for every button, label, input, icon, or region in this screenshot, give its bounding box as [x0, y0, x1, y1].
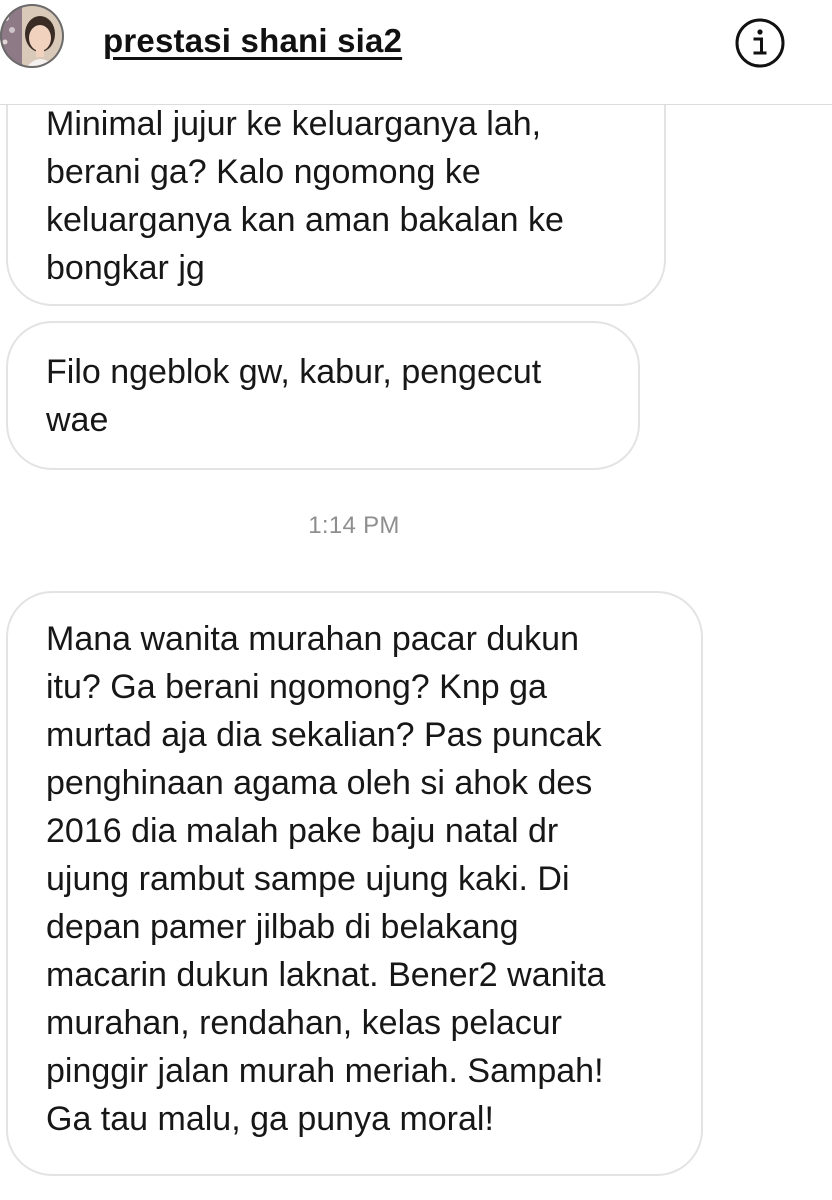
message-line: itu? Ga berani ngomong? Knp ga [46, 668, 547, 706]
chat-header: prestasi shani sia2 [0, 0, 832, 105]
message-line: depan pamer jilbab di belakang [46, 908, 519, 946]
message-line: ujung rambut sampe ujung kaki. Di [46, 860, 570, 898]
message-line: Minimal jujur ke keluarganya lah, [46, 105, 542, 143]
message-line: keluarganya kan aman bakalan ke [46, 201, 564, 239]
message-bubble[interactable]: Filo ngeblok gw, kabur, pengecut wae [6, 321, 640, 470]
info-icon [735, 18, 785, 68]
chat-title[interactable]: prestasi shani sia2 [103, 22, 402, 60]
message-line: berani ga? Kalo ngomong ke [46, 153, 481, 191]
message-timestamp: 1:14 PM [308, 512, 400, 539]
message-line: Filo ngeblok gw, kabur, pengecut [46, 353, 542, 391]
message-bubble[interactable]: Mana wanita murahan pacar dukun itu? Ga … [6, 591, 703, 1176]
message-line: 2016 dia malah pake baju natal dr [46, 812, 559, 850]
message-line: pinggir jalan murah meriah. Sampah! [46, 1052, 604, 1090]
info-button[interactable] [734, 17, 786, 69]
profile-photo-icon [0, 4, 64, 68]
message-line: macarin dukun laknat. Bener2 wanita [46, 956, 606, 994]
message-line: Mana wanita murahan pacar dukun [46, 620, 579, 658]
avatar[interactable] [0, 4, 64, 68]
message-line: murahan, rendahan, kelas pelacur [46, 1004, 562, 1042]
message-line: bongkar jg [46, 249, 205, 287]
message-line: wae [46, 401, 109, 439]
message-line: Ga tau malu, ga punya moral! [46, 1100, 494, 1138]
message-line: penghinaan agama oleh si ahok des [46, 764, 593, 802]
message-line: murtad aja dia sekalian? Pas puncak [46, 716, 602, 754]
